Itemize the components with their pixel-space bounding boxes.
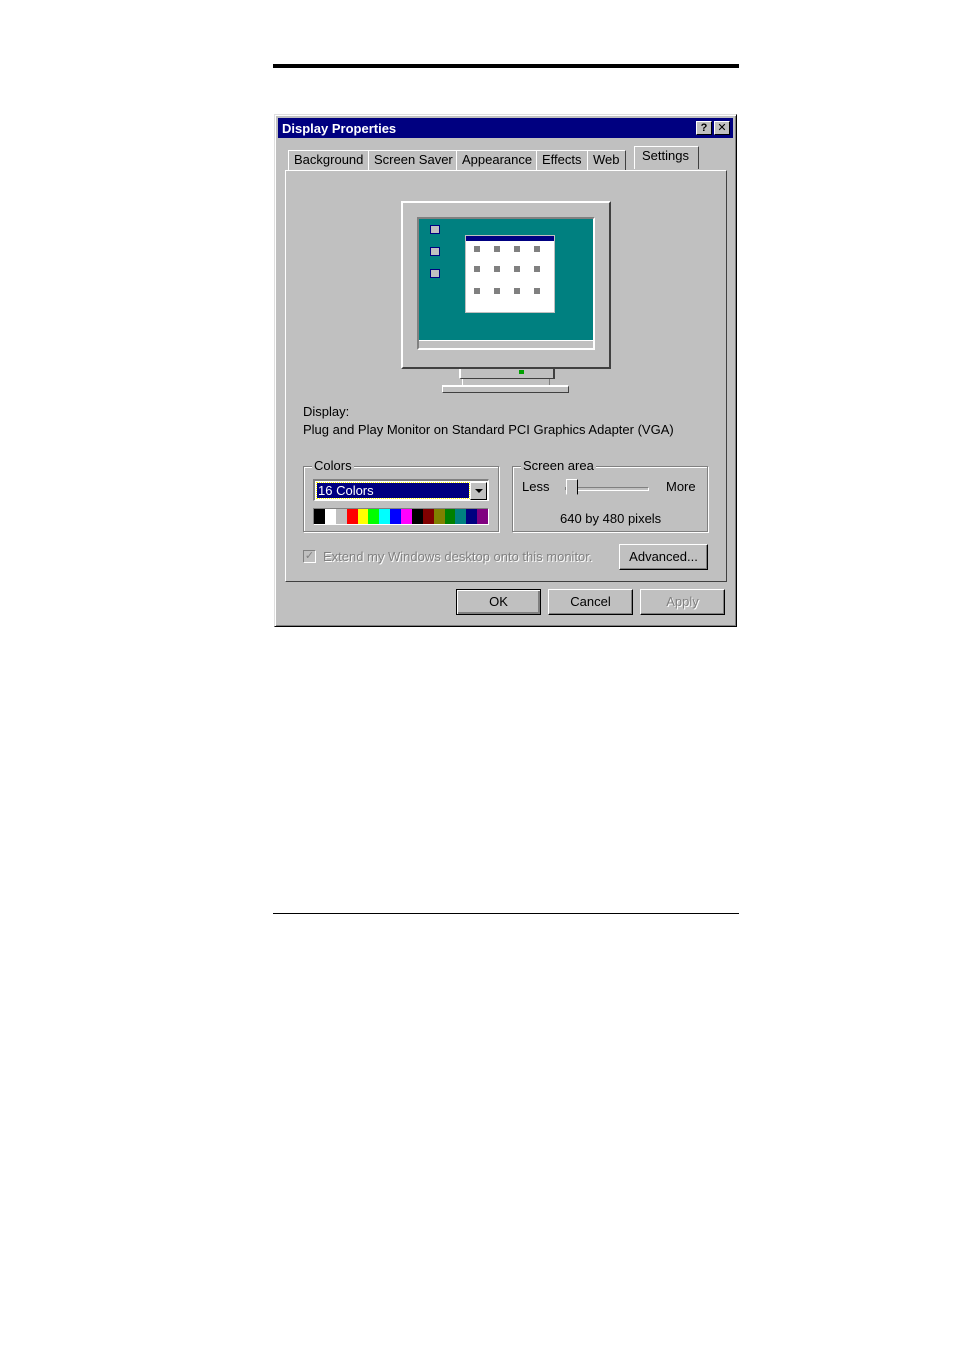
palette-swatch [455,509,467,524]
monitor-neck [459,369,555,379]
tab-web[interactable]: Web [587,150,626,170]
palette-swatch [324,509,336,524]
apply-button[interactable]: Apply [640,589,725,615]
palette-swatch [444,509,456,524]
palette-swatch [314,509,325,524]
desktop-icon [430,225,440,234]
tab-effects[interactable]: Effects [536,150,588,170]
slider-less-label: Less [522,479,550,494]
cancel-button[interactable]: Cancel [548,589,633,615]
mini-window-preview [465,235,555,313]
page-rule-bottom [273,913,739,914]
color-palette-preview [313,508,489,525]
desktop-icon [430,247,440,256]
palette-swatch [379,509,391,524]
power-led [519,370,524,374]
chevron-down-icon[interactable] [470,482,487,500]
monitor-screen-preview [417,217,595,350]
screen-area-group-label: Screen area [521,458,596,473]
tab-appearance[interactable]: Appearance [456,150,539,170]
close-icon[interactable]: ✕ [714,121,730,135]
screen-area-slider-pointer [566,494,578,501]
palette-swatch [335,509,347,524]
palette-swatch [401,509,412,524]
page-rule-top [273,64,739,68]
extend-desktop-label: Extend my Windows desktop onto this moni… [323,549,593,564]
tab-screen-saver[interactable]: Screen Saver [368,150,459,170]
mini-taskbar [419,340,593,348]
slider-more-label: More [666,479,696,494]
colors-dropdown[interactable]: 16 Colors [313,479,489,501]
title-bar[interactable]: Display Properties ? ✕ [278,118,733,138]
desktop-icon [430,269,440,278]
palette-swatch [433,509,445,524]
palette-swatch [466,509,478,524]
advanced-button[interactable]: Advanced... [619,544,708,570]
ok-button[interactable]: OK [456,589,541,615]
help-icon[interactable]: ? [696,121,712,135]
display-value: Plug and Play Monitor on Standard PCI Gr… [303,422,674,437]
colors-selected-value: 16 Colors [316,482,470,499]
window-title: Display Properties [282,121,397,136]
colors-group-label: Colors [312,458,354,473]
palette-swatch [346,509,358,524]
palette-swatch [368,509,380,524]
palette-swatch [357,509,369,524]
palette-swatch [411,509,423,524]
tab-background[interactable]: Background [288,150,370,170]
screen-area-slider-thumb[interactable] [566,479,578,495]
tab-settings[interactable]: Settings [634,146,699,169]
monitor-base [442,385,569,393]
display-label: Display: [303,404,350,419]
extend-desktop-checkbox[interactable]: ✓ [303,550,316,563]
palette-swatch [390,509,401,524]
palette-swatch [422,509,434,524]
resolution-value: 640 by 480 pixels [560,511,662,526]
palette-swatch [477,509,488,524]
